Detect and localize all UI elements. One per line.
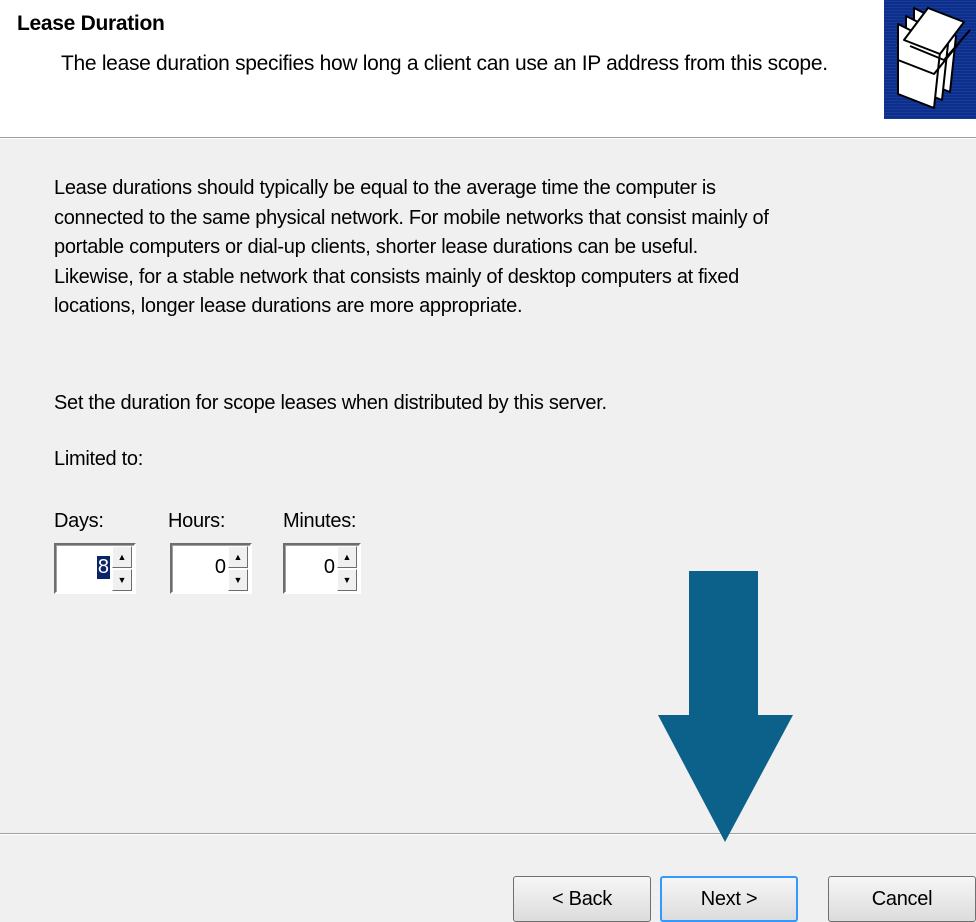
cancel-button[interactable]: Cancel [828,876,976,922]
days-down-arrow-icon[interactable]: ▼ [112,569,132,591]
down-arrow-icon [658,571,793,842]
description-line: Lease durations should typically be equa… [54,177,716,199]
days-spin-buttons: ▲ ▼ [112,545,134,592]
hours-spin-buttons: ▲ ▼ [228,545,250,592]
minutes-up-arrow-icon[interactable]: ▲ [337,546,357,568]
minutes-down-arrow-icon[interactable]: ▼ [337,569,357,591]
arrow-shape [658,571,793,842]
next-button[interactable]: Next > [660,876,798,922]
wizard-header: Lease Duration The lease duration specif… [0,0,976,137]
description-line: portable computers or dial-up clients, s… [54,236,698,258]
minutes-value[interactable]: 0 [324,556,335,579]
description-line: Likewise, for a stable network that cons… [54,265,739,288]
page-subtitle: The lease duration specifies how long a … [61,52,828,75]
footer-divider-highlight [0,834,976,835]
hours-up-arrow-icon[interactable]: ▲ [228,546,248,568]
description-line: locations, longer lease durations are mo… [54,295,523,317]
header-divider-highlight [0,138,976,139]
description-line: connected to the same physical network. … [54,206,769,229]
days-label: Days: [54,510,104,532]
days-value[interactable]: 8 [96,556,110,579]
page-title: Lease Duration [17,12,165,35]
back-button[interactable]: < Back [513,876,651,922]
minutes-spinbox[interactable]: 0 ▲ ▼ [283,543,361,594]
instruction-text: Set the duration for scope leases when d… [54,392,607,414]
folders-icon [884,0,976,119]
hours-label: Hours: [168,510,226,532]
hours-value[interactable]: 0 [215,556,226,579]
description-text: Lease durations should typically be equa… [54,174,884,322]
days-up-arrow-icon[interactable]: ▲ [112,546,132,568]
days-spinbox[interactable]: 8 ▲ ▼ [54,543,136,594]
hours-down-arrow-icon[interactable]: ▼ [228,569,248,591]
minutes-label: Minutes: [283,510,357,532]
hours-spinbox[interactable]: 0 ▲ ▼ [170,543,252,594]
minutes-spin-buttons: ▲ ▼ [337,545,359,592]
limited-to-label: Limited to: [54,448,143,470]
